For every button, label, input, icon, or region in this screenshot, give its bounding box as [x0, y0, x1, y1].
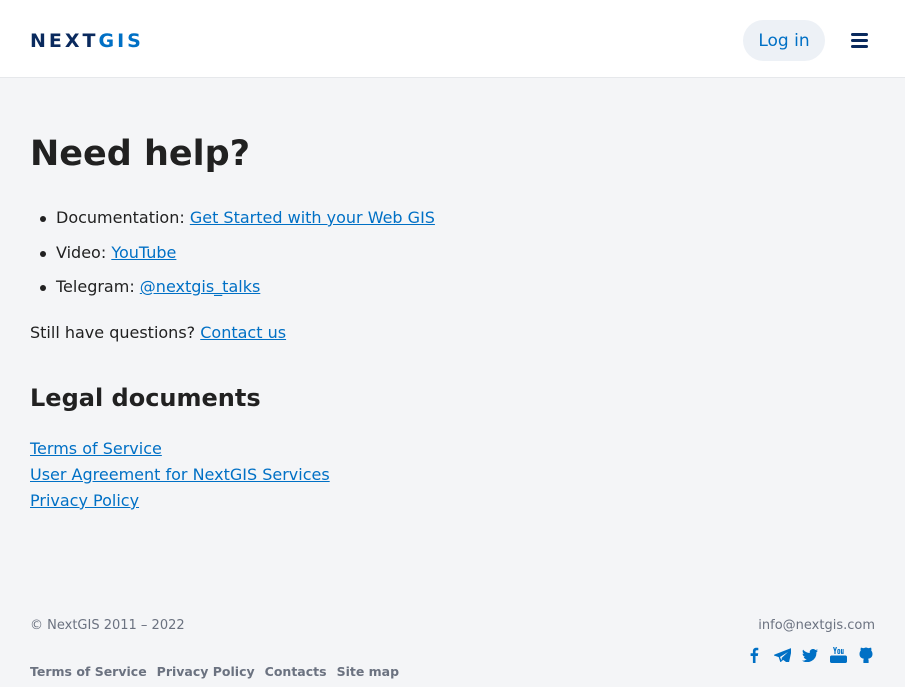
footer-privacy-link[interactable]: Privacy Policy [157, 664, 255, 679]
copyright: © NextGIS 2011 – 2022 [30, 618, 185, 633]
facebook-icon[interactable] [745, 646, 763, 664]
telegram-link[interactable]: @nextgis_talks [140, 277, 261, 296]
telegram-icon[interactable] [773, 646, 791, 664]
login-button[interactable]: Log in [743, 20, 825, 61]
social-links [745, 646, 875, 664]
help-item-label: Documentation: [56, 208, 185, 227]
footer-terms-link[interactable]: Terms of Service [30, 664, 147, 679]
page-title: Need help? [30, 134, 251, 174]
github-icon[interactable] [857, 646, 875, 664]
help-item-label: Video: [56, 242, 107, 262]
contact-us-link[interactable]: Contact us [200, 323, 286, 342]
twitter-icon[interactable] [801, 646, 819, 664]
legal-title: Legal documents [30, 384, 261, 412]
still-questions: Still have questions? Contact us [30, 321, 286, 345]
help-item-label: Telegram: [56, 277, 135, 296]
nextgis-logo[interactable]: N E XT GIS [30, 32, 144, 51]
site-header: N E XT GIS Log in [0, 0, 905, 78]
terms-of-service-link[interactable]: Terms of Service [30, 439, 162, 458]
contact-email[interactable]: info@nextgis.com [758, 618, 875, 633]
hamburger-menu-icon[interactable] [851, 33, 868, 48]
legal-links: Terms of Service User Agreement for Next… [30, 436, 330, 514]
footer-contacts-link[interactable]: Contacts [265, 664, 327, 679]
user-agreement-link[interactable]: User Agreement for NextGIS Services [30, 465, 330, 484]
help-item-telegram: Telegram: @nextgis_talks [40, 275, 435, 310]
documentation-link[interactable]: Get Started with your Web GIS [190, 208, 435, 227]
footer-sitemap-link[interactable]: Site map [337, 664, 400, 679]
help-list: Documentation: Get Started with your Web… [40, 206, 435, 310]
footer-nav: Terms of Service Privacy Policy Contacts… [30, 664, 399, 679]
help-item-video: Video: YouTube [40, 241, 435, 276]
youtube-icon[interactable] [829, 646, 847, 664]
youtube-link[interactable]: YouTube [111, 243, 176, 262]
help-item-documentation: Documentation: Get Started with your Web… [40, 206, 435, 241]
still-questions-text: Still have questions? [30, 323, 196, 342]
privacy-policy-link[interactable]: Privacy Policy [30, 491, 139, 510]
